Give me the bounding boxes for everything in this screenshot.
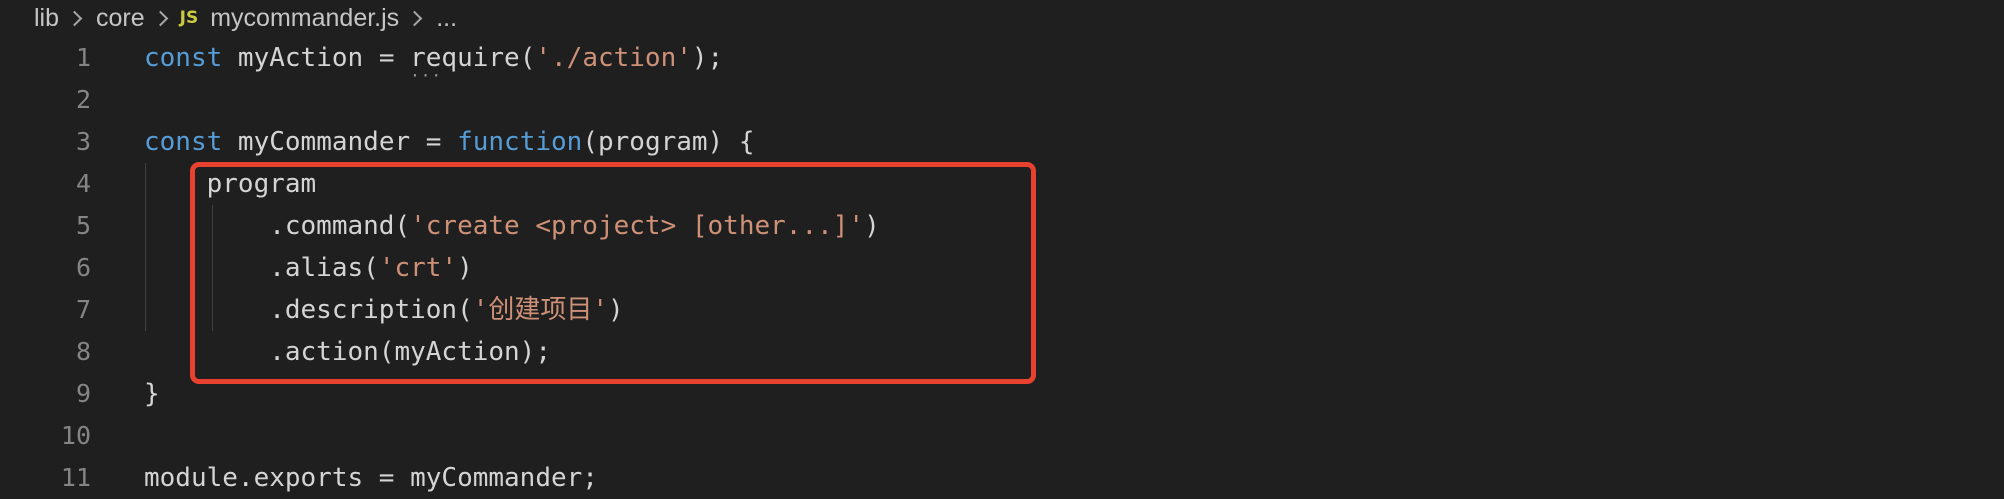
code-line[interactable]: 11 module.exports = myCommander; bbox=[0, 457, 2004, 499]
code-token: myCommander = bbox=[222, 127, 458, 157]
code-token: './action' bbox=[535, 43, 692, 73]
code-text[interactable]: } bbox=[144, 373, 160, 415]
code-token: } bbox=[144, 379, 160, 409]
highlight-annotation-box bbox=[190, 162, 1036, 384]
code-token: (program) { bbox=[582, 127, 755, 157]
line-number: 5 bbox=[75, 211, 91, 240]
chevron-right-icon bbox=[406, 10, 423, 26]
line-number: 9 bbox=[75, 379, 91, 408]
chevron-right-icon bbox=[66, 10, 83, 26]
line-number: 11 bbox=[60, 463, 91, 492]
code-token: function bbox=[457, 127, 583, 157]
code-token: ( bbox=[519, 43, 536, 73]
breadcrumb-item-more[interactable]: ... bbox=[434, 4, 459, 33]
line-number: 10 bbox=[60, 421, 91, 450]
code-token: module.exports = myCommander; bbox=[144, 463, 598, 493]
breadcrumb: lib core JS mycommander.js ... bbox=[32, 0, 459, 36]
code-token: require ··· bbox=[410, 43, 520, 85]
code-line[interactable]: 3 const myCommander = function(program) { bbox=[0, 121, 2004, 163]
code-token: const bbox=[144, 43, 223, 73]
breadcrumb-item-file[interactable]: mycommander.js bbox=[208, 4, 401, 33]
javascript-file-icon: JS bbox=[179, 8, 199, 28]
code-line[interactable]: 1 const myAction = require ··· ('./action')… bbox=[0, 37, 2004, 85]
code-token: myAction = bbox=[222, 43, 411, 73]
breadcrumb-item-core[interactable]: core bbox=[94, 4, 147, 33]
code-token: const bbox=[144, 127, 223, 157]
line-number: 2 bbox=[75, 85, 91, 114]
chevron-right-icon bbox=[152, 10, 168, 26]
line-number: 7 bbox=[75, 295, 91, 324]
line-number: 1 bbox=[75, 43, 91, 72]
code-text[interactable]: const myCommander = function(program) { bbox=[144, 121, 755, 163]
line-number: 6 bbox=[75, 253, 91, 282]
code-text[interactable]: const myAction = require ··· ('./action'); bbox=[144, 37, 724, 85]
code-token: ); bbox=[691, 43, 724, 73]
line-number: 4 bbox=[75, 169, 91, 198]
code-line[interactable]: 10 bbox=[0, 415, 2004, 457]
code-line[interactable]: 2 bbox=[0, 79, 2004, 121]
code-text[interactable]: module.exports = myCommander; bbox=[144, 457, 598, 499]
line-number: 8 bbox=[75, 337, 91, 366]
breadcrumb-item-lib[interactable]: lib bbox=[32, 4, 61, 33]
line-number: 3 bbox=[75, 127, 91, 156]
